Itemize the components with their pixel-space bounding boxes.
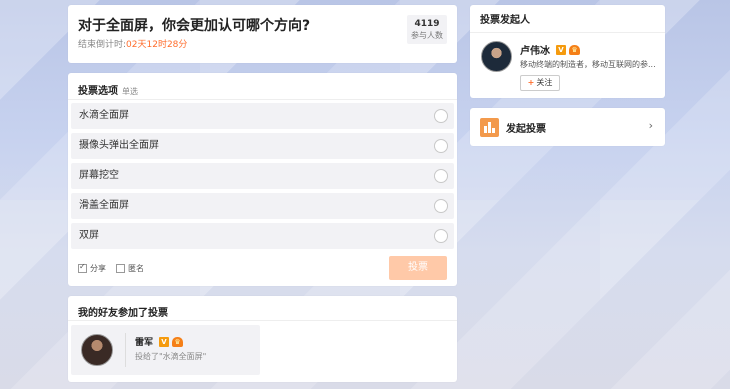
initiator-desc: 移动终端的制造者，移动互联网的参... xyxy=(520,60,656,69)
initiator-name[interactable]: 卢伟冰 xyxy=(520,42,550,57)
share-label: 分享 xyxy=(90,264,106,273)
initiator-title: 投票发起人 xyxy=(480,15,530,26)
participant-count: 4119 xyxy=(414,19,440,29)
radio-button[interactable] xyxy=(434,199,448,213)
participant-stats: 4119 参与人数 xyxy=(407,15,447,44)
radio-button[interactable] xyxy=(434,169,448,183)
friend-name-row: 雷军 V ♛ xyxy=(135,335,184,348)
radio-button[interactable] xyxy=(434,139,448,153)
anonymous-label: 匿名 xyxy=(128,264,144,273)
plus-icon: + xyxy=(527,78,535,87)
start-vote-label: 发起投票 xyxy=(506,124,546,135)
radio-button[interactable] xyxy=(434,229,448,243)
options-header: 投票选项 单选 xyxy=(78,82,138,97)
chevron-right-icon: › xyxy=(648,119,653,132)
friend-item[interactable]: 雷军 V ♛ 投给了"水滴全面屏" xyxy=(71,325,260,375)
radio-button[interactable] xyxy=(434,109,448,123)
vote-option[interactable]: 屏幕挖空 xyxy=(71,163,454,189)
divider xyxy=(125,333,126,367)
vip-crown-icon: ♛ xyxy=(569,44,580,55)
friends-title: 我的好友参加了投票 xyxy=(78,308,168,319)
avatar[interactable] xyxy=(81,334,113,366)
initiator-card: 投票发起人 卢伟冰 V ♛ 移动终端的制造者，移动互联网的参... + 关注 xyxy=(470,5,665,98)
follow-button[interactable]: + 关注 xyxy=(520,75,560,91)
share-checkbox[interactable]: 分享 xyxy=(78,262,106,274)
options-title: 投票选项 xyxy=(78,86,118,97)
option-label: 双屏 xyxy=(79,230,99,241)
verified-v-icon: V xyxy=(556,44,566,55)
option-label: 摄像头弹出全面屏 xyxy=(79,140,159,151)
vip-crown-icon: ♛ xyxy=(172,336,184,347)
countdown: 结束倒计时:02天12时28分 xyxy=(78,37,187,50)
vote-option[interactable]: 水滴全面屏 xyxy=(71,103,454,129)
vote-option[interactable]: 摄像头弹出全面屏 xyxy=(71,133,454,159)
question-card: 对于全面屏，你会更加认可哪个方向? 结束倒计时:02天12时28分 4119 参… xyxy=(68,5,457,63)
anonymous-checkbox[interactable]: 匿名 xyxy=(116,263,144,274)
option-label: 屏幕挖空 xyxy=(79,170,119,181)
vote-option[interactable]: 滑盖全面屏 xyxy=(71,193,454,219)
participant-label: 参与人数 xyxy=(411,31,443,40)
verified-v-icon: V xyxy=(159,336,170,347)
friends-voted-card: 我的好友参加了投票 雷军 V ♛ 投给了"水滴全面屏" xyxy=(68,296,457,382)
vote-options-card: 投票选项单选 水滴全面屏 摄像头弹出全面屏 屏幕挖空 滑盖全面屏 双屏 分享 xyxy=(68,73,457,286)
options-list: 水滴全面屏 摄像头弹出全面屏 屏幕挖空 滑盖全面屏 双屏 xyxy=(71,103,454,253)
avatar[interactable] xyxy=(481,41,512,72)
start-vote-card[interactable]: 发起投票 › xyxy=(470,108,665,146)
checkbox-checked-icon[interactable] xyxy=(78,262,87,273)
vote-option[interactable]: 双屏 xyxy=(71,223,454,249)
countdown-label: 结束倒计时: xyxy=(78,40,127,50)
options-mode: 单选 xyxy=(122,87,138,96)
option-label: 滑盖全面屏 xyxy=(79,200,129,211)
initiator-name-row: 卢伟冰 V ♛ xyxy=(520,42,580,57)
checkbox-icon[interactable] xyxy=(116,264,125,273)
question-title: 对于全面屏，你会更加认可哪个方向? xyxy=(78,18,311,34)
divider xyxy=(68,99,457,100)
countdown-value: 02天12时28分 xyxy=(126,40,188,50)
options-footer: 分享 匿名 xyxy=(78,262,154,274)
divider xyxy=(68,320,457,321)
vote-button[interactable]: 投票 xyxy=(389,256,447,280)
divider xyxy=(470,32,665,33)
follow-label: 关注 xyxy=(536,78,553,87)
friend-name[interactable]: 雷军 xyxy=(135,335,153,348)
friend-vote-desc: 投给了"水滴全面屏" xyxy=(135,352,207,361)
bar-chart-icon xyxy=(480,118,499,137)
option-label: 水滴全面屏 xyxy=(79,110,129,121)
